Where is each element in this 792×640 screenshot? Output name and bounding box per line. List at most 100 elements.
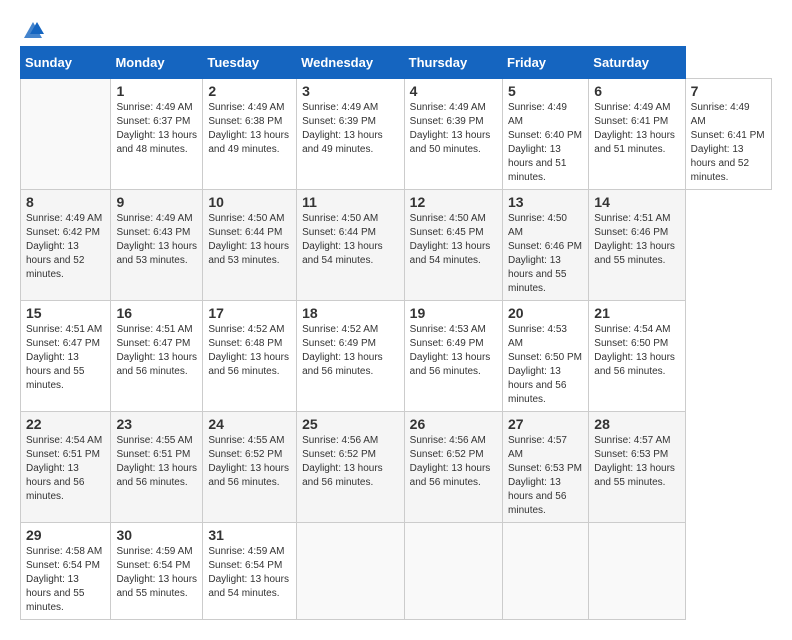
day-cell: 24 Sunrise: 4:55 AMSunset: 6:52 PMDaylig… — [203, 412, 297, 523]
day-info: Sunrise: 4:50 AMSunset: 6:44 PMDaylight:… — [208, 213, 289, 266]
day-number: 17 — [208, 305, 291, 321]
day-cell: 25 Sunrise: 4:56 AMSunset: 6:52 PMDaylig… — [297, 412, 405, 523]
day-cell: 29 Sunrise: 4:58 AMSunset: 6:54 PMDaylig… — [21, 523, 111, 620]
day-info: Sunrise: 4:53 AMSunset: 6:50 PMDaylight:… — [508, 324, 582, 405]
day-number: 25 — [302, 416, 399, 432]
day-number: 19 — [410, 305, 497, 321]
day-info: Sunrise: 4:50 AMSunset: 6:46 PMDaylight:… — [508, 213, 582, 294]
day-number: 16 — [116, 305, 197, 321]
day-info: Sunrise: 4:49 AMSunset: 6:43 PMDaylight:… — [116, 213, 197, 266]
day-info: Sunrise: 4:59 AMSunset: 6:54 PMDaylight:… — [208, 546, 289, 599]
day-number: 2 — [208, 83, 291, 99]
day-number: 22 — [26, 416, 105, 432]
day-cell: 3 Sunrise: 4:49 AMSunset: 6:39 PMDayligh… — [297, 79, 405, 190]
day-cell: 15 Sunrise: 4:51 AMSunset: 6:47 PMDaylig… — [21, 301, 111, 412]
column-header-monday: Monday — [111, 47, 203, 79]
day-info: Sunrise: 4:49 AMSunset: 6:41 PMDaylight:… — [691, 102, 765, 183]
day-number: 31 — [208, 527, 291, 543]
day-info: Sunrise: 4:50 AMSunset: 6:44 PMDaylight:… — [302, 213, 383, 266]
day-cell: 12 Sunrise: 4:50 AMSunset: 6:45 PMDaylig… — [404, 190, 502, 301]
day-cell — [21, 79, 111, 190]
day-info: Sunrise: 4:51 AMSunset: 6:47 PMDaylight:… — [116, 324, 197, 377]
day-info: Sunrise: 4:49 AMSunset: 6:41 PMDaylight:… — [594, 102, 675, 155]
day-number: 29 — [26, 527, 105, 543]
day-cell: 20 Sunrise: 4:53 AMSunset: 6:50 PMDaylig… — [503, 301, 589, 412]
day-number: 27 — [508, 416, 583, 432]
day-info: Sunrise: 4:55 AMSunset: 6:51 PMDaylight:… — [116, 435, 197, 488]
day-number: 23 — [116, 416, 197, 432]
day-number: 5 — [508, 83, 583, 99]
column-header-thursday: Thursday — [404, 47, 502, 79]
day-info: Sunrise: 4:57 AMSunset: 6:53 PMDaylight:… — [594, 435, 675, 488]
calendar-table: SundayMondayTuesdayWednesdayThursdayFrid… — [20, 46, 772, 620]
day-number: 1 — [116, 83, 197, 99]
day-info: Sunrise: 4:52 AMSunset: 6:48 PMDaylight:… — [208, 324, 289, 377]
day-info: Sunrise: 4:49 AMSunset: 6:40 PMDaylight:… — [508, 102, 582, 183]
day-number: 6 — [594, 83, 679, 99]
day-cell — [404, 523, 502, 620]
day-info: Sunrise: 4:55 AMSunset: 6:52 PMDaylight:… — [208, 435, 289, 488]
day-number: 10 — [208, 194, 291, 210]
logo — [20, 20, 46, 36]
day-cell: 17 Sunrise: 4:52 AMSunset: 6:48 PMDaylig… — [203, 301, 297, 412]
day-cell: 7 Sunrise: 4:49 AMSunset: 6:41 PMDayligh… — [685, 79, 771, 190]
day-cell: 30 Sunrise: 4:59 AMSunset: 6:54 PMDaylig… — [111, 523, 203, 620]
day-info: Sunrise: 4:59 AMSunset: 6:54 PMDaylight:… — [116, 546, 197, 599]
day-number: 30 — [116, 527, 197, 543]
day-info: Sunrise: 4:58 AMSunset: 6:54 PMDaylight:… — [26, 546, 102, 613]
day-info: Sunrise: 4:57 AMSunset: 6:53 PMDaylight:… — [508, 435, 582, 516]
week-row-3: 15 Sunrise: 4:51 AMSunset: 6:47 PMDaylig… — [21, 301, 772, 412]
week-row-2: 8 Sunrise: 4:49 AMSunset: 6:42 PMDayligh… — [21, 190, 772, 301]
day-cell: 13 Sunrise: 4:50 AMSunset: 6:46 PMDaylig… — [503, 190, 589, 301]
day-info: Sunrise: 4:56 AMSunset: 6:52 PMDaylight:… — [302, 435, 383, 488]
day-cell: 27 Sunrise: 4:57 AMSunset: 6:53 PMDaylig… — [503, 412, 589, 523]
day-cell: 28 Sunrise: 4:57 AMSunset: 6:53 PMDaylig… — [589, 412, 685, 523]
day-info: Sunrise: 4:49 AMSunset: 6:39 PMDaylight:… — [410, 102, 491, 155]
page-header — [20, 20, 772, 36]
day-cell: 11 Sunrise: 4:50 AMSunset: 6:44 PMDaylig… — [297, 190, 405, 301]
day-number: 21 — [594, 305, 679, 321]
day-number: 3 — [302, 83, 399, 99]
day-cell: 2 Sunrise: 4:49 AMSunset: 6:38 PMDayligh… — [203, 79, 297, 190]
week-row-5: 29 Sunrise: 4:58 AMSunset: 6:54 PMDaylig… — [21, 523, 772, 620]
day-cell: 10 Sunrise: 4:50 AMSunset: 6:44 PMDaylig… — [203, 190, 297, 301]
day-number: 13 — [508, 194, 583, 210]
day-info: Sunrise: 4:56 AMSunset: 6:52 PMDaylight:… — [410, 435, 491, 488]
day-number: 8 — [26, 194, 105, 210]
day-cell: 6 Sunrise: 4:49 AMSunset: 6:41 PMDayligh… — [589, 79, 685, 190]
day-cell — [503, 523, 589, 620]
column-header-wednesday: Wednesday — [297, 47, 405, 79]
week-row-4: 22 Sunrise: 4:54 AMSunset: 6:51 PMDaylig… — [21, 412, 772, 523]
day-info: Sunrise: 4:54 AMSunset: 6:51 PMDaylight:… — [26, 435, 102, 502]
day-info: Sunrise: 4:53 AMSunset: 6:49 PMDaylight:… — [410, 324, 491, 377]
day-info: Sunrise: 4:49 AMSunset: 6:37 PMDaylight:… — [116, 102, 197, 155]
day-info: Sunrise: 4:49 AMSunset: 6:38 PMDaylight:… — [208, 102, 289, 155]
day-cell — [589, 523, 685, 620]
day-number: 24 — [208, 416, 291, 432]
day-info: Sunrise: 4:49 AMSunset: 6:42 PMDaylight:… — [26, 213, 102, 280]
day-cell: 14 Sunrise: 4:51 AMSunset: 6:46 PMDaylig… — [589, 190, 685, 301]
day-number: 26 — [410, 416, 497, 432]
day-number: 20 — [508, 305, 583, 321]
day-number: 14 — [594, 194, 679, 210]
day-cell: 21 Sunrise: 4:54 AMSunset: 6:50 PMDaylig… — [589, 301, 685, 412]
day-cell: 23 Sunrise: 4:55 AMSunset: 6:51 PMDaylig… — [111, 412, 203, 523]
logo-icon — [22, 20, 44, 40]
column-header-tuesday: Tuesday — [203, 47, 297, 79]
day-cell: 18 Sunrise: 4:52 AMSunset: 6:49 PMDaylig… — [297, 301, 405, 412]
day-info: Sunrise: 4:51 AMSunset: 6:46 PMDaylight:… — [594, 213, 675, 266]
day-cell: 1 Sunrise: 4:49 AMSunset: 6:37 PMDayligh… — [111, 79, 203, 190]
column-header-friday: Friday — [503, 47, 589, 79]
week-row-1: 1 Sunrise: 4:49 AMSunset: 6:37 PMDayligh… — [21, 79, 772, 190]
day-number: 18 — [302, 305, 399, 321]
day-number: 11 — [302, 194, 399, 210]
day-number: 9 — [116, 194, 197, 210]
day-cell: 8 Sunrise: 4:49 AMSunset: 6:42 PMDayligh… — [21, 190, 111, 301]
day-cell: 9 Sunrise: 4:49 AMSunset: 6:43 PMDayligh… — [111, 190, 203, 301]
day-info: Sunrise: 4:50 AMSunset: 6:45 PMDaylight:… — [410, 213, 491, 266]
column-header-saturday: Saturday — [589, 47, 685, 79]
day-cell: 31 Sunrise: 4:59 AMSunset: 6:54 PMDaylig… — [203, 523, 297, 620]
day-number: 7 — [691, 83, 766, 99]
day-number: 12 — [410, 194, 497, 210]
day-info: Sunrise: 4:54 AMSunset: 6:50 PMDaylight:… — [594, 324, 675, 377]
